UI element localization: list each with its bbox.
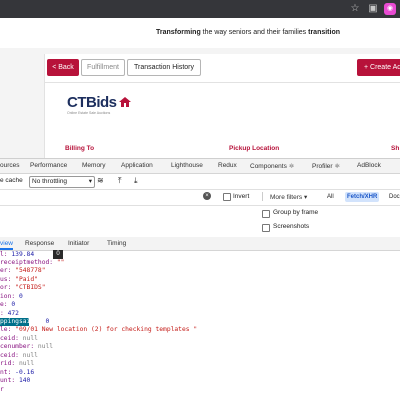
screenshots-checkbox[interactable]	[262, 224, 270, 232]
group-by-frame-label: Group by frame	[273, 209, 319, 216]
invert-checkbox[interactable]	[223, 193, 231, 201]
devtools-tabs: ources Performance Memory Application Li…	[0, 159, 400, 174]
payload-line[interactable]: ion: 0	[0, 293, 23, 300]
payload-line[interactable]: l: 139.84	[0, 251, 34, 258]
payload-line[interactable]: cenumber: null	[0, 343, 53, 350]
disable-cache-label: e cache	[0, 177, 23, 184]
transaction-history-button[interactable]: Transaction History	[127, 59, 201, 76]
tab-performance[interactable]: Performance	[30, 162, 67, 169]
filter-fetch-xhr[interactable]: Fetch/XHR	[345, 192, 380, 202]
divider	[262, 192, 263, 201]
throttling-value: No throttling	[32, 178, 68, 185]
page-content: < Back Fulfillment Transaction History +…	[0, 48, 400, 158]
payload-line[interactable]: : 472	[0, 310, 19, 317]
payload-line[interactable]: or: "CTBIDS"	[0, 284, 46, 291]
payload-line[interactable]: unt: 140	[0, 377, 30, 384]
divider	[45, 82, 400, 83]
back-button[interactable]: < Back	[47, 59, 79, 76]
site-header: Transforming the way seniors and their f…	[0, 18, 400, 49]
site-tagline: Transforming the way seniors and their f…	[156, 29, 341, 36]
order-card: < Back Fulfillment Transaction History +…	[44, 54, 400, 158]
tab-sources[interactable]: ources	[0, 162, 20, 169]
throttling-select[interactable]: No throttling ▾	[29, 176, 95, 188]
payload-line[interactable]: ppingsaint: 0	[0, 318, 49, 325]
tab-adblock[interactable]: AdBlock	[357, 162, 381, 169]
payload-line[interactable]: ceid: null	[0, 335, 38, 342]
network-toolbar: e cache No throttling ▾ ≋ ⤒ ⤓	[0, 174, 400, 190]
payload-line[interactable]: r	[0, 386, 4, 393]
tab-response[interactable]: Response	[25, 240, 54, 247]
invert-label: Invert	[233, 193, 250, 200]
filter-bar: × Invert More filters ▾ All Fetch/XHR Do…	[0, 190, 400, 206]
more-filters-button[interactable]: More filters ▾	[270, 193, 307, 201]
tab-initiator[interactable]: Initiator	[68, 240, 89, 247]
fulfillment-button[interactable]: Fulfillment	[81, 59, 125, 76]
pickup-heading: Pickup Location	[229, 145, 280, 152]
payload-line[interactable]: le: "09/01 New location (2) for checking…	[0, 326, 197, 333]
tab-lighthouse[interactable]: Lighthouse	[171, 162, 203, 169]
payload-line[interactable]: rid: null	[0, 360, 34, 367]
tooltip: 0	[53, 250, 63, 259]
shipping-heading: Sh	[391, 145, 400, 152]
house-icon	[118, 97, 131, 107]
billing-heading: Billing To	[65, 145, 95, 152]
tab-profiler[interactable]: Profiler ⚛	[312, 162, 340, 170]
request-detail-tabs: view Response Initiator Timing	[0, 237, 400, 251]
upload-icon[interactable]: ⤒	[118, 176, 122, 186]
wifi-icon[interactable]: ≋	[97, 176, 104, 185]
logo-tagline: Online Estate Sale Auctions	[67, 111, 111, 115]
payload-line[interactable]: nt: -0.16	[0, 369, 34, 376]
payload-line[interactable]: er: "548778"	[0, 267, 46, 274]
tab-memory[interactable]: Memory	[82, 162, 105, 169]
devtools-panel: ources Performance Memory Application Li…	[0, 158, 400, 401]
filter-all[interactable]: All	[325, 192, 336, 202]
tab-components[interactable]: Components ⚛	[250, 162, 295, 170]
payload-line[interactable]: e: 0	[0, 301, 15, 308]
create-ad-button[interactable]: + Create Ad	[357, 59, 400, 76]
download-icon[interactable]: ⤓	[134, 176, 138, 186]
payload-line[interactable]: ceid: null	[0, 352, 38, 359]
screenshots-label: Screenshots	[273, 223, 310, 230]
clear-filter-icon[interactable]: ×	[203, 192, 211, 200]
group-by-frame-checkbox[interactable]	[262, 210, 270, 218]
tab-redux[interactable]: Redux	[218, 162, 237, 169]
payload-line[interactable]: us: "Paid"	[0, 276, 38, 283]
payload-line[interactable]: receiptmethod: ""	[0, 259, 64, 266]
tab-preview[interactable]: view	[0, 240, 14, 250]
chevron-down-icon: ▾	[88, 178, 92, 185]
profile-icon[interactable]: ◉	[384, 3, 396, 15]
extension-icon[interactable]: ▣	[366, 2, 380, 16]
star-icon[interactable]: ☆	[348, 2, 362, 16]
ctbids-logo: CTBids Online Estate Sale Auctions	[67, 94, 132, 115]
filter-doc[interactable]: Doc	[387, 192, 400, 202]
browser-toolbar: ☆ ▣ ◉	[0, 0, 400, 18]
tab-timing[interactable]: Timing	[107, 240, 126, 247]
tab-application[interactable]: Application	[121, 162, 153, 169]
response-preview: l: 139.84 receiptmethod: "" er: "548778"…	[0, 251, 400, 401]
logo-text: CTBids	[67, 94, 117, 111]
